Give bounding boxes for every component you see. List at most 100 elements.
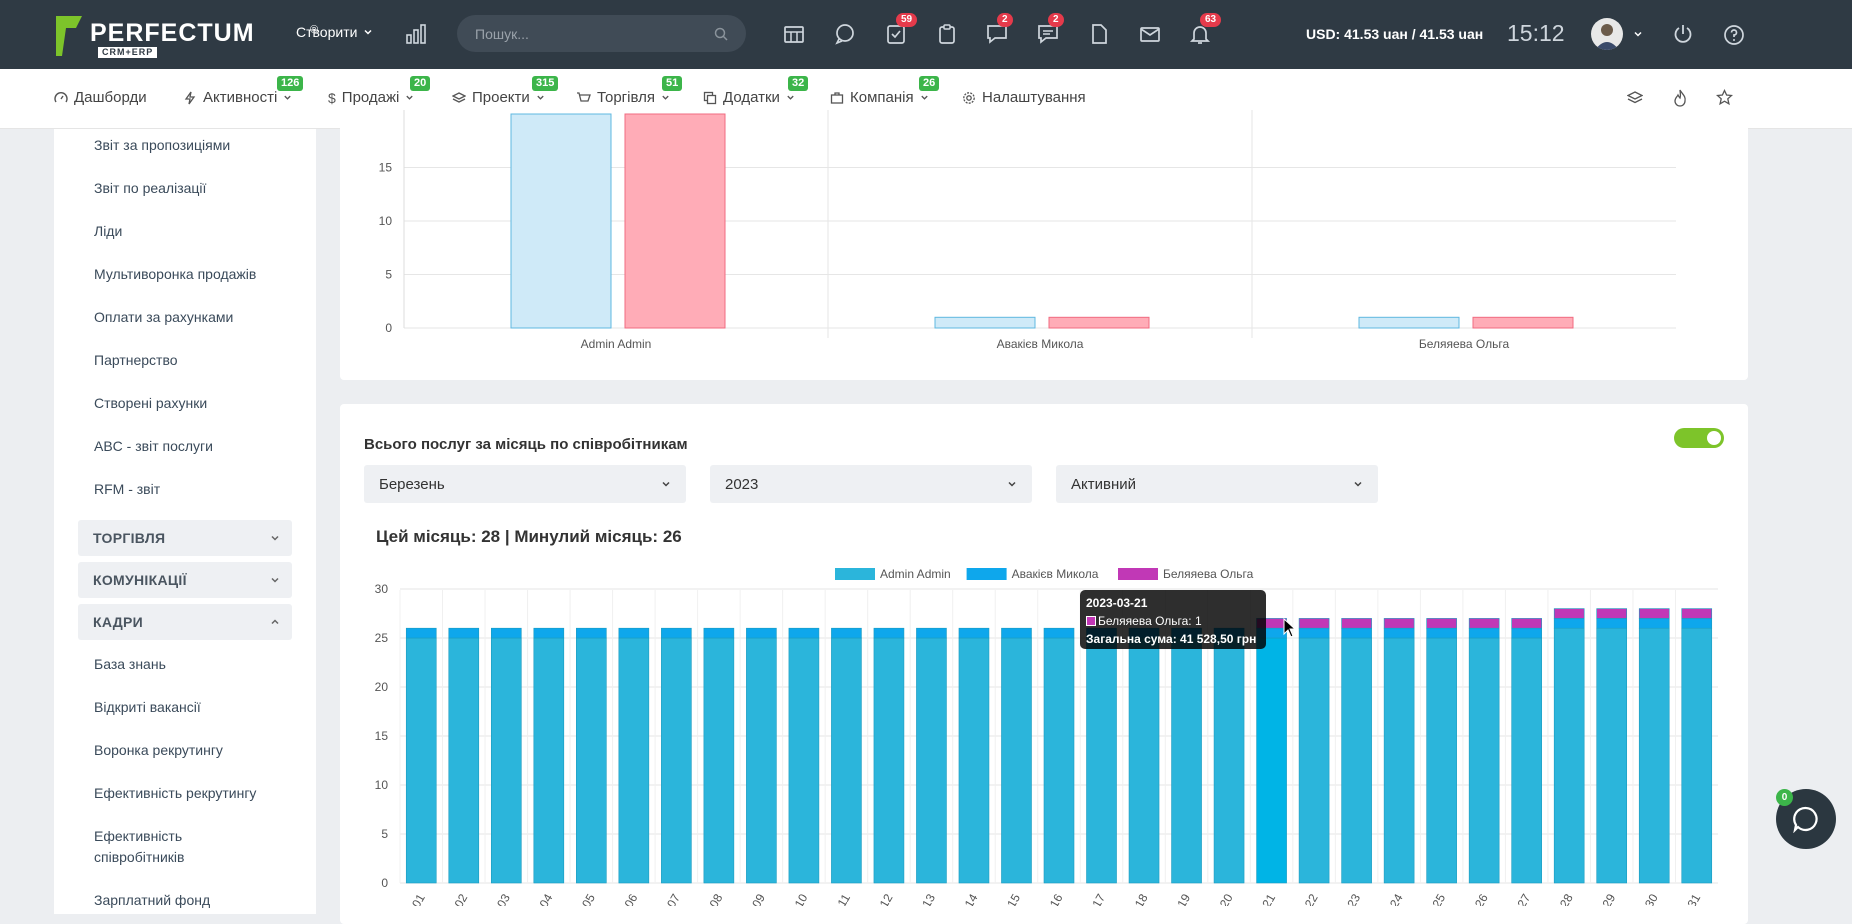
chevron-down-icon xyxy=(284,95,291,100)
sidebar-item[interactable]: Ліди xyxy=(94,221,122,242)
year-select[interactable]: 2023 xyxy=(710,465,1032,503)
nav-projects[interactable]: Проекти 315 xyxy=(452,76,559,106)
nav-label: Торгівля xyxy=(597,89,655,106)
clock: 15:12 xyxy=(1507,20,1565,46)
sidebar-item[interactable]: База знань xyxy=(94,654,166,675)
nav-settings[interactable]: Налаштування xyxy=(962,89,1086,106)
active-toggle[interactable] xyxy=(1674,428,1724,448)
sidebar-item[interactable]: ABC - звіт послуги xyxy=(94,436,213,457)
nav-label: Компанія xyxy=(850,89,914,106)
nav-activities[interactable]: Активності 126 xyxy=(183,76,304,106)
stacked-bar-segment xyxy=(746,637,777,884)
nav-trade[interactable]: Торгівля 51 xyxy=(576,76,683,106)
sidebar-item[interactable]: Оплати за рахунками xyxy=(94,307,233,328)
sidebar-group-communications[interactable]: КОМУНІКАЦІЇ xyxy=(78,562,292,598)
chevron-down-icon xyxy=(787,95,794,100)
stacked-bar-segment xyxy=(916,627,947,639)
bar xyxy=(624,113,726,329)
x-tick-label: 2023-03-10 xyxy=(768,891,811,906)
sidebar-item[interactable]: Ефективність рекрутингу xyxy=(94,783,256,804)
tooltip-total: Загальна сума: 41 528,50 грн xyxy=(1086,632,1257,646)
logo-subtext: CRM+ERP xyxy=(98,47,158,58)
logo[interactable]: PERFECTUM CRM+ERP ® xyxy=(54,14,318,58)
sidebar-item[interactable]: Створені рахунки xyxy=(94,393,207,414)
x-tick-label: 2023-03-02 xyxy=(428,891,471,906)
x-tick-label: 2023-03-16 xyxy=(1023,891,1066,906)
sidebar-item[interactable]: Зарплатний фонд xyxy=(94,890,210,911)
nav-label: Налаштування xyxy=(982,89,1086,106)
search-box[interactable] xyxy=(457,15,746,52)
stacked-bar-segment xyxy=(1426,618,1457,629)
sidebar: Звіт за пропозиціями Звіт по реалізації … xyxy=(54,129,316,914)
x-tick-label: 2023-03-09 xyxy=(725,891,768,906)
chevron-up-icon xyxy=(271,619,279,625)
dashboard-icon xyxy=(54,91,68,102)
messages-icon[interactable]: 2 xyxy=(985,13,1013,46)
sidebar-item[interactable]: Воронка рекрутингу xyxy=(94,740,223,761)
stacked-bar-segment xyxy=(958,637,990,884)
stacked-bar-segment xyxy=(618,627,650,639)
nav-sales[interactable]: $ Продажі 20 xyxy=(328,76,431,106)
sidebar-item[interactable]: Ефективність співробітників xyxy=(94,826,244,868)
stacked-bar-segment xyxy=(1298,637,1330,884)
nav-company[interactable]: Компанія 26 xyxy=(830,76,940,106)
sidebar-group-trade[interactable]: ТОРГІВЛЯ xyxy=(78,520,292,556)
stacked-bar-segment xyxy=(1681,627,1713,884)
bell-icon[interactable]: 63 xyxy=(1188,13,1222,46)
x-tick-label: 2023-03-23 xyxy=(1320,891,1363,906)
tasks-icon[interactable]: 59 xyxy=(884,13,918,46)
search-input[interactable] xyxy=(475,25,705,42)
clipboard-icon[interactable] xyxy=(935,22,959,46)
mail-icon[interactable] xyxy=(1138,22,1162,46)
search-icon[interactable] xyxy=(714,27,728,41)
stacked-bar-segment xyxy=(448,627,480,639)
nav-dashboards[interactable]: Дашборди xyxy=(54,89,147,106)
legend-swatch xyxy=(835,568,875,580)
chevron-down-icon xyxy=(406,95,414,100)
avatar[interactable] xyxy=(1591,18,1623,50)
document-icon[interactable] xyxy=(1087,22,1111,46)
chevron-down-icon[interactable] xyxy=(1633,29,1643,39)
month-select[interactable]: Березень xyxy=(364,465,686,503)
stacked-bar-segment xyxy=(1596,627,1628,884)
x-tick-label: 2023-03-12 xyxy=(853,891,896,906)
sidebar-item[interactable]: Відкриті вакансії xyxy=(94,697,201,718)
copy-icon xyxy=(703,91,717,104)
sidebar-group-hr[interactable]: КАДРИ xyxy=(78,604,292,640)
help-icon[interactable] xyxy=(1723,24,1745,46)
power-icon[interactable] xyxy=(1672,23,1694,45)
stacked-bar-segment xyxy=(1341,627,1372,639)
layers-icon[interactable] xyxy=(1627,90,1643,106)
x-tick-label: 2023-03-18 xyxy=(1108,891,1151,906)
stacked-bar-segment xyxy=(1426,637,1457,884)
chat-icon xyxy=(1793,806,1818,833)
x-tick-label: 2023-03-11 xyxy=(811,891,854,906)
stacked-bar-segment xyxy=(618,637,650,884)
stacked-bar-segment xyxy=(1596,608,1628,619)
status-select[interactable]: Активний xyxy=(1056,465,1378,503)
chat-bubble-icon[interactable] xyxy=(833,22,857,46)
bar-chart-icon[interactable] xyxy=(404,22,428,46)
star-icon[interactable] xyxy=(1716,89,1733,106)
stacked-bar-segment xyxy=(405,637,437,884)
sidebar-item[interactable]: Звіт за пропозиціями xyxy=(94,135,230,156)
comments-icon[interactable]: 2 xyxy=(1036,13,1064,46)
y-tick-label: 0 xyxy=(385,321,392,335)
tasks-badge: 59 xyxy=(896,13,918,27)
sidebar-item[interactable]: RFM - звіт xyxy=(94,479,160,500)
create-menu-button[interactable]: Створити xyxy=(296,24,373,40)
tooltip-date: 2023-03-21 xyxy=(1086,596,1148,610)
x-tick-label: 2023-03-21 xyxy=(1235,891,1278,906)
calendar-icon[interactable] xyxy=(782,22,806,46)
fire-icon[interactable] xyxy=(1672,89,1688,107)
legend-label: Admin Admin xyxy=(880,567,951,581)
stacked-bar-segment xyxy=(1553,608,1585,619)
sidebar-item[interactable]: Звіт по реалізації xyxy=(94,178,206,199)
sidebar-item[interactable]: Партнерство xyxy=(94,350,178,371)
nav-addons[interactable]: Додатки 32 xyxy=(703,76,809,106)
sidebar-item[interactable]: Мультиворонка продажів xyxy=(94,264,256,285)
stacked-bar-segment xyxy=(1383,618,1415,629)
chart-card-top: 0 5 10 15 Admin Admin Авакієв Микола Беляяева … xyxy=(340,110,1748,380)
bar-chart-top: 0 5 10 15 Admin Admin Авакієв Микола Беляяева … xyxy=(379,110,1676,351)
chevron-down-icon xyxy=(271,577,279,583)
